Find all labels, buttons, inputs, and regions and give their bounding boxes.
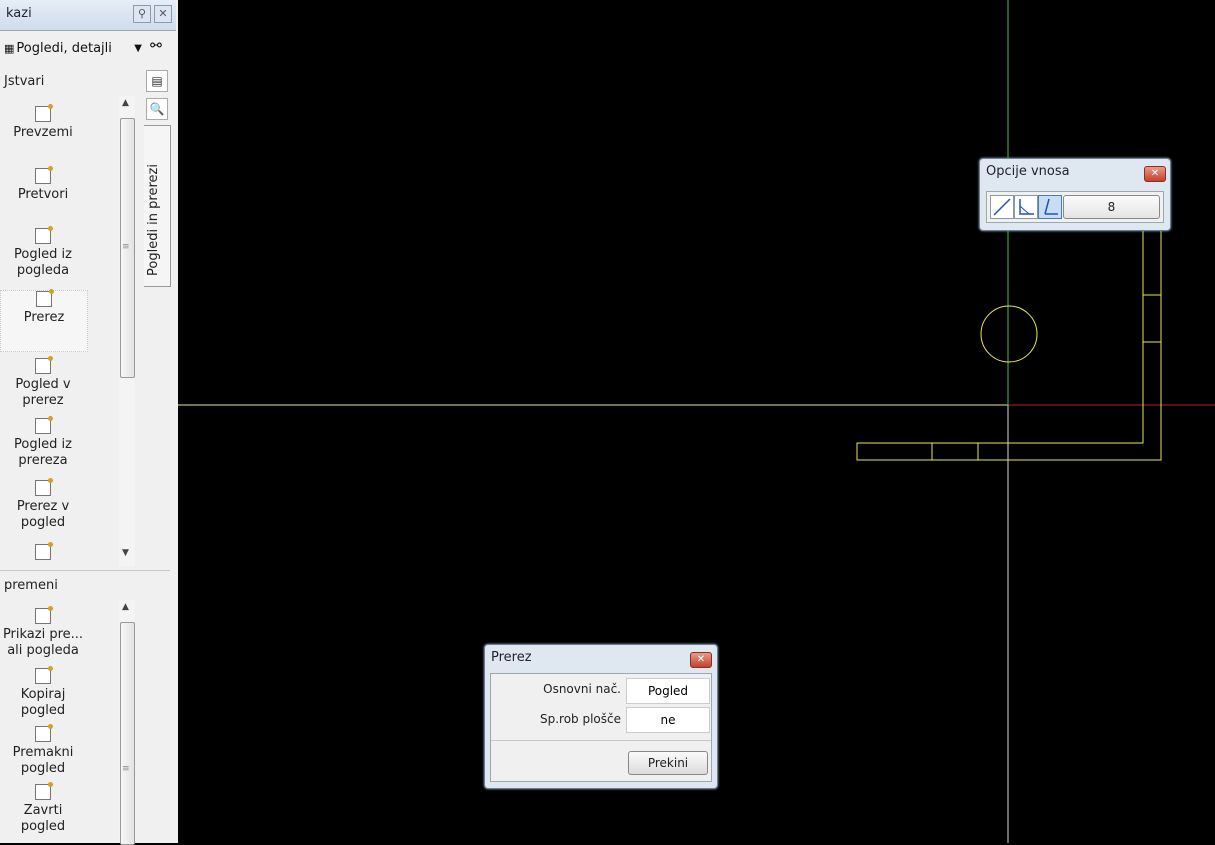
item-label: Pogled v prerez [15,377,71,408]
scroll-up-icon[interactable]: ▲ [122,602,129,612]
tangent-icon[interactable] [1038,195,1062,219]
input-options-window: Opcije vnosa ✕ 8 [979,158,1171,231]
item-label: Premakni pogled [12,745,74,776]
grip-icon: ≡ [122,764,130,774]
input-options-title: Opcije vnosa [986,164,1070,179]
item-zavrti-pogled[interactable]: Zavrti pogled [0,782,86,835]
close-icon[interactable]: ✕ [154,5,172,23]
input-options-body: 8 [986,191,1164,223]
value-field[interactable]: 8 [1063,195,1160,219]
section-dialog: Prerez ✕ Osnovni nač. Pogled Sp.rob ploš… [484,644,718,789]
cancel-button[interactable]: Prekini [628,751,708,775]
panel-titlebar: kazi ⚲ ✕ [0,0,176,31]
group2-scrollbar[interactable]: ▲ ≡ [119,600,135,845]
dropdown-value: Pogledi, detajli [16,40,112,56]
item-prerez[interactable]: Prerez [0,289,88,352]
group1-list: Prevzemi Pretvori Pogled iz pogleda Prer… [0,100,118,560]
close-icon[interactable]: ✕ [690,652,712,668]
item-pretvori[interactable]: Pretvori [0,166,86,203]
chevron-down-icon: ▼ [134,42,142,54]
item-label: Zavrti pogled [20,803,66,834]
premakni-icon [35,724,53,742]
item-prikazi[interactable]: Prikazi pre... ali pogleda [0,606,86,659]
more-tools-icon [35,542,53,560]
item-label: Prevzemi [13,125,73,140]
field-label-osnovni: Osnovni nač. [543,682,621,696]
pin-icon[interactable]: ⚲ [133,5,151,23]
pretvori-icon [35,166,53,184]
pogled-v-prerez-icon [35,356,53,374]
item-pogled-v-prerez[interactable]: Pogled v prerez [0,356,86,409]
view-dropdown[interactable]: ▦ Pogledi, detajli ▼ [4,38,142,58]
group-title-spremeni: premeni [4,578,58,593]
group-title-ustvari: Jstvari [4,74,45,89]
field-value-osnovni[interactable]: Pogled [626,678,710,704]
item-prerez-v-pogled[interactable]: Prerez v pogled [0,478,86,531]
binoculars-icon[interactable]: ⚯ [146,38,166,58]
layout-icon[interactable]: ▤ [146,70,168,92]
group-divider [0,570,170,571]
zavrti-icon [35,782,53,800]
scroll-thumb[interactable] [120,622,135,845]
pogled-iz-pogleda-icon [35,226,53,244]
prevzemi-icon [35,104,53,122]
item-kopiraj-pogled[interactable]: Kopiraj pogled [0,666,86,719]
prerez-icon [36,289,54,307]
grip-icon: ≡ [122,242,130,252]
zoom-icon[interactable]: 🔍 [146,98,168,120]
item-pogled-iz-prereza[interactable]: Pogled iz prereza [0,416,86,469]
dialog-divider [491,740,711,741]
item-label: Prerez [23,310,65,325]
item-label: Prikazi pre... ali pogleda [2,627,84,658]
item-more[interactable] [0,542,86,563]
item-label: Pogled iz prereza [13,437,72,468]
line-icon[interactable] [990,195,1014,219]
section-dialog-title: Prerez [491,650,532,665]
section-dialog-body: Osnovni nač. Pogled Sp.rob plošče ne Pre… [490,673,712,782]
palette-panel: kazi ⚲ ✕ ▦ Pogledi, detajli ▼ ⚯ ▤ 🔍 Pogl… [0,0,179,845]
item-label: Prerez v pogled [16,499,70,530]
scroll-down-icon[interactable]: ▼ [122,548,129,558]
tab-pogledi-in-prerezi[interactable]: Pogledi in prerezi [144,125,171,287]
group2-list: Prikazi pre... ali pogleda Kopiraj pogle… [0,604,118,843]
item-prevzemi[interactable]: Prevzemi [0,104,86,141]
prerez-v-pogled-icon [35,478,53,496]
prikazi-icon [35,606,53,624]
close-icon[interactable]: ✕ [1144,166,1166,182]
tab-label: Pogledi in prerezi [146,164,161,276]
angle-icon[interactable] [1014,195,1038,219]
item-label: Kopiraj pogled [20,687,66,718]
item-premakni-pogled[interactable]: Premakni pogled [0,724,86,777]
field-label-sp-rob: Sp.rob plošče [539,712,621,726]
pogled-iz-prereza-icon [35,416,53,434]
group1-scrollbar[interactable]: ▲ ≡ ▼ [119,96,135,566]
field-value-sp-rob[interactable]: ne [626,707,710,733]
scroll-up-icon[interactable]: ▲ [122,98,129,108]
item-label: Pogled iz pogleda [13,247,72,278]
panel-title: kazi [6,6,32,21]
item-label: Pretvori [17,187,69,202]
item-pogled-iz-pogleda[interactable]: Pogled iz pogleda [0,226,86,279]
kopiraj-icon [35,666,53,684]
dropdown-icon: ▦ [4,41,15,55]
